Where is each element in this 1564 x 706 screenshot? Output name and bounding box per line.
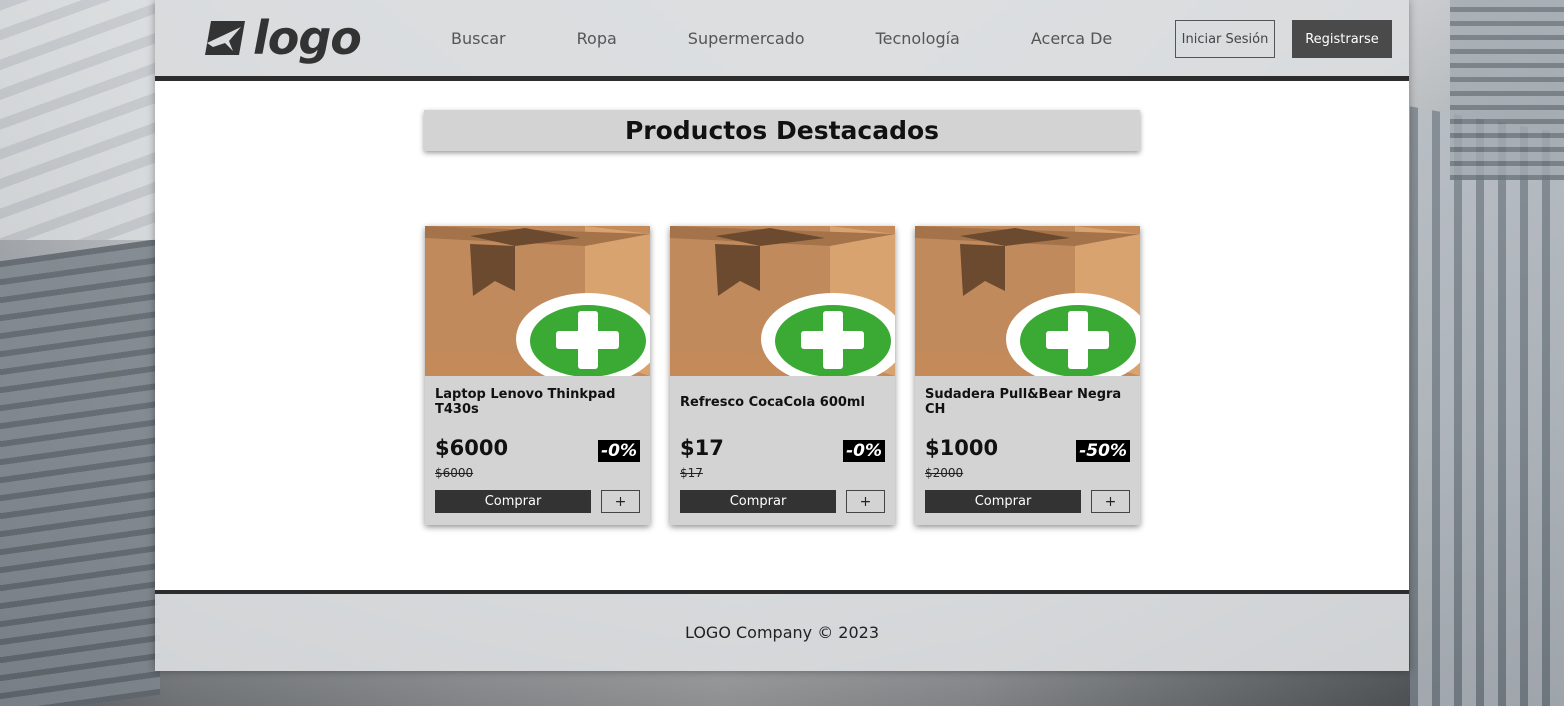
product-price: $17 [680, 436, 724, 460]
product-card: Laptop Lenovo Thinkpad T430s $6000 -0% $… [425, 226, 650, 525]
add-to-cart-button[interactable]: + [601, 490, 640, 513]
nav-ropa[interactable]: Ropa [577, 29, 617, 48]
discount-badge: -0% [598, 440, 640, 462]
product-name: Laptop Lenovo Thinkpad T430s [435, 387, 616, 417]
main-nav: Buscar Ropa Supermercado Tecnología Acer… [451, 29, 1112, 48]
product-card: Refresco CocaCola 600ml $17 -0% $17 Comp… [670, 226, 895, 525]
nav-acerca-de[interactable]: Acerca De [1031, 29, 1112, 48]
add-to-cart-button[interactable]: + [846, 490, 885, 513]
site-header: logo Buscar Ropa Supermercado Tecnología… [155, 0, 1409, 81]
old-price: $2000 [925, 466, 964, 480]
box-add-icon [915, 226, 1140, 376]
nav-buscar[interactable]: Buscar [451, 29, 506, 48]
logo-text: logo [253, 11, 362, 65]
buy-button[interactable]: Comprar [435, 490, 591, 513]
login-button[interactable]: Iniciar Sesión [1175, 20, 1275, 58]
logo[interactable]: logo [205, 11, 362, 65]
product-name: Refresco CocaCola 600ml [680, 394, 865, 410]
nav-supermercado[interactable]: Supermercado [688, 29, 805, 48]
discount-badge: -50% [1076, 440, 1130, 462]
box-add-icon [670, 226, 895, 376]
page-container: logo Buscar Ropa Supermercado Tecnología… [155, 0, 1409, 671]
product-name: Sudadera Pull&Bear Negra CH [925, 387, 1122, 417]
site-footer: LOGO Company © 2023 [155, 590, 1409, 671]
product-price: $6000 [435, 436, 509, 460]
nav-tecnologia[interactable]: Tecnología [876, 29, 960, 48]
footer-copyright: LOGO Company © 2023 [684, 623, 880, 642]
buy-button[interactable]: Comprar [680, 490, 836, 513]
buy-button[interactable]: Comprar [925, 490, 1081, 513]
old-price: $6000 [435, 466, 474, 480]
add-to-cart-button[interactable]: + [1091, 490, 1130, 513]
product-card: Sudadera Pull&Bear Negra CH $1000 -50% $… [915, 226, 1140, 525]
discount-badge: -0% [843, 440, 885, 462]
product-grid: Laptop Lenovo Thinkpad T430s $6000 -0% $… [425, 226, 1140, 525]
register-button[interactable]: Registrarse [1292, 20, 1392, 58]
product-price: $1000 [925, 436, 999, 460]
old-price: $17 [680, 466, 703, 480]
main-content: Productos Destacados Laptop Lenovo Think… [155, 81, 1409, 590]
logo-mark-icon [205, 21, 245, 55]
section-title: Productos Destacados [424, 110, 1140, 151]
box-add-icon [425, 226, 650, 376]
